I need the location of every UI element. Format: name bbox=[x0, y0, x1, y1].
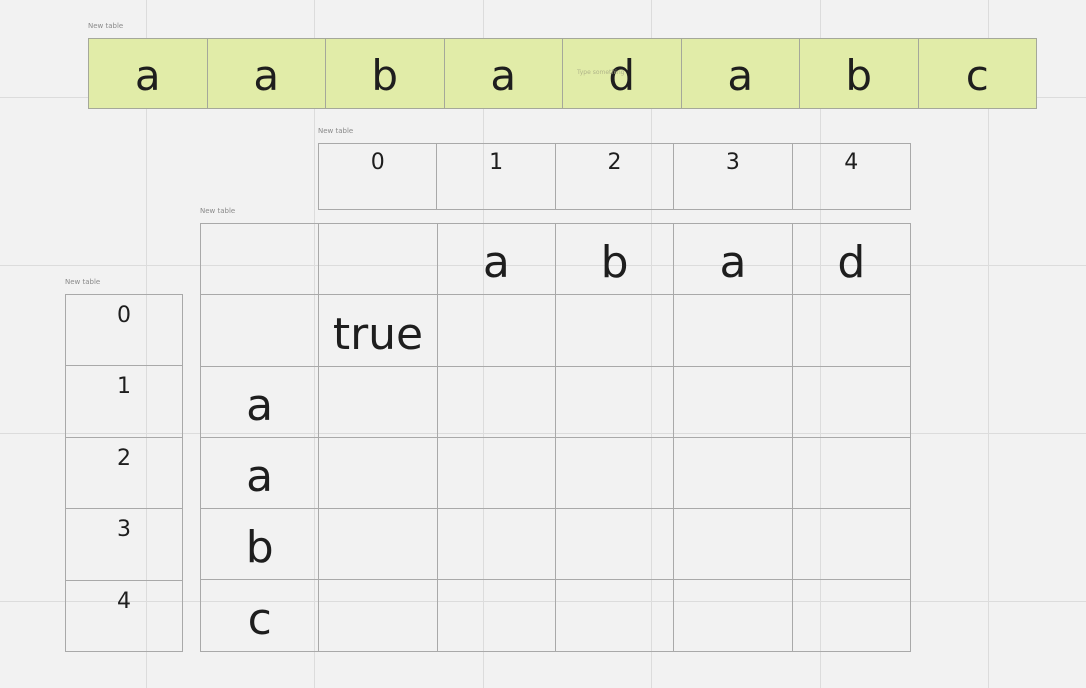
table-cell[interactable]: 2 bbox=[554, 143, 675, 210]
table-row: b bbox=[199, 508, 912, 581]
table-cell[interactable]: b bbox=[199, 508, 320, 581]
table-cell[interactable]: a bbox=[88, 38, 208, 109]
table-cell[interactable]: c bbox=[917, 38, 1037, 109]
table-cell[interactable] bbox=[791, 436, 912, 510]
table-cell[interactable] bbox=[673, 365, 793, 438]
table-cell[interactable]: a bbox=[199, 365, 320, 438]
table-cell[interactable]: Type something d bbox=[562, 38, 682, 109]
table-cell[interactable]: b bbox=[325, 38, 445, 109]
table-cell[interactable]: 1 bbox=[65, 365, 183, 438]
table-cell[interactable]: 2 bbox=[65, 436, 183, 510]
table-cell[interactable] bbox=[554, 365, 675, 438]
table-cell[interactable] bbox=[673, 508, 793, 581]
table-cell[interactable]: a bbox=[680, 38, 800, 109]
table-cell[interactable] bbox=[436, 579, 556, 652]
string-table[interactable]: a a b a Type something d a b c bbox=[88, 38, 1037, 109]
table-cell[interactable]: true bbox=[318, 294, 438, 367]
table-cell[interactable]: a bbox=[206, 38, 326, 109]
table-cell[interactable] bbox=[554, 436, 675, 510]
table-cell[interactable] bbox=[554, 294, 675, 367]
table-row: true bbox=[199, 294, 912, 367]
table-cell[interactable] bbox=[199, 222, 320, 296]
table-cell[interactable] bbox=[791, 294, 912, 367]
table-cell[interactable] bbox=[791, 365, 912, 438]
table-cell[interactable] bbox=[554, 579, 675, 652]
dp-table[interactable]: a b a d true a a b c bbox=[199, 222, 912, 652]
table-cell[interactable]: a bbox=[443, 38, 563, 109]
row-index-table[interactable]: 01234 bbox=[65, 293, 183, 652]
table-cell[interactable] bbox=[318, 508, 438, 581]
table-cell[interactable] bbox=[791, 579, 912, 652]
table-cell[interactable]: 0 bbox=[317, 143, 438, 210]
table-cell[interactable] bbox=[436, 365, 556, 438]
table-cell[interactable]: b bbox=[799, 38, 919, 109]
table-cell[interactable]: 0 bbox=[65, 293, 183, 367]
table-row: abad bbox=[199, 222, 912, 296]
table-row: a bbox=[199, 436, 912, 510]
table-cell[interactable]: 4 bbox=[791, 143, 912, 210]
table-label: New table bbox=[65, 278, 101, 286]
table-cell[interactable] bbox=[673, 436, 793, 510]
table-cell[interactable] bbox=[436, 436, 556, 510]
table-cell[interactable] bbox=[554, 508, 675, 581]
table-cell[interactable]: 3 bbox=[673, 143, 793, 210]
table-cell[interactable] bbox=[318, 579, 438, 652]
table-cell[interactable]: 3 bbox=[65, 508, 183, 581]
cell-placeholder: Type something bbox=[577, 69, 625, 76]
table-cell[interactable] bbox=[199, 294, 320, 367]
table-cell[interactable] bbox=[318, 365, 438, 438]
table-row: a bbox=[199, 365, 912, 438]
table-cell[interactable]: c bbox=[199, 579, 320, 652]
table-cell[interactable] bbox=[791, 508, 912, 581]
table-cell[interactable] bbox=[436, 294, 556, 367]
table-cell[interactable] bbox=[318, 436, 438, 510]
table-cell[interactable]: 4 bbox=[65, 579, 183, 652]
table-cell[interactable] bbox=[318, 222, 438, 296]
column-index-table[interactable]: 0 1 2 3 4 bbox=[317, 143, 912, 210]
table-label: New table bbox=[318, 127, 354, 135]
table-cell[interactable]: 1 bbox=[436, 143, 556, 210]
table-label: New table bbox=[88, 22, 124, 30]
table-row: c bbox=[199, 579, 912, 652]
table-cell[interactable]: b bbox=[554, 222, 675, 296]
table-cell[interactable] bbox=[673, 579, 793, 652]
table-cell[interactable]: a bbox=[436, 222, 556, 296]
table-label: New table bbox=[200, 207, 236, 215]
table-cell[interactable]: d bbox=[791, 222, 912, 296]
table-cell[interactable] bbox=[673, 294, 793, 367]
table-cell[interactable]: a bbox=[199, 436, 320, 510]
table-cell[interactable]: a bbox=[673, 222, 793, 296]
table-cell[interactable] bbox=[436, 508, 556, 581]
